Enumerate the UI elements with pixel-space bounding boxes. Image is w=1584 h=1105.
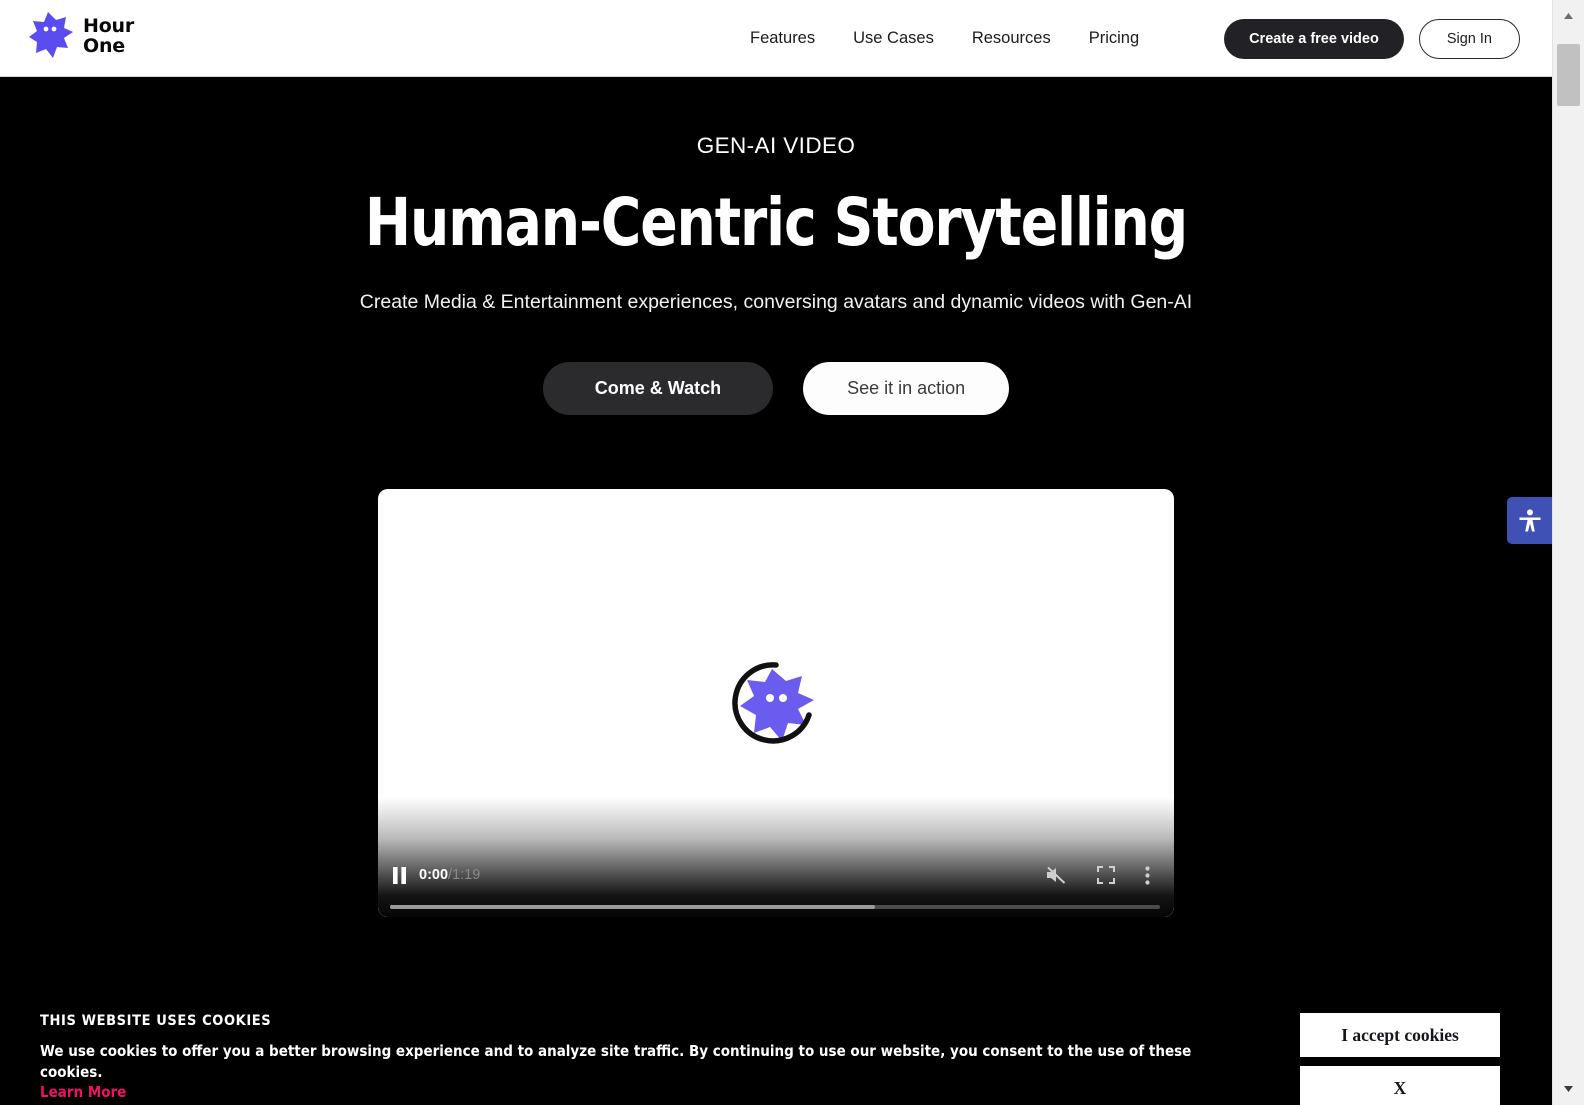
hourone-star-avatar-logo-icon (29, 12, 73, 58)
nav-item-features[interactable]: Features (750, 21, 815, 56)
volume-muted-icon[interactable] (1045, 865, 1067, 885)
cookie-learn-more-link[interactable]: Learn More (40, 1083, 126, 1101)
cookie-consent-banner: THIS WEBSITE USES COOKIES We use cookies… (0, 965, 1552, 1105)
accessibility-widget-button[interactable] (1507, 497, 1552, 544)
cookie-banner-title: THIS WEBSITE USES COOKIES (40, 1013, 272, 1029)
close-cookie-banner-button[interactable]: X (1300, 1066, 1500, 1105)
browser-viewport: Hour One Features Use Cases Resources Pr… (0, 0, 1552, 1105)
header-actions: Create a free video Sign In (1224, 0, 1520, 77)
accept-cookies-button[interactable]: I accept cookies (1300, 1013, 1500, 1057)
cookie-actions: I accept cookies X (1300, 1013, 1500, 1105)
nav-item-resources[interactable]: Resources (972, 21, 1051, 56)
accessibility-person-icon (1519, 508, 1540, 531)
scroll-down-arrow-icon[interactable] (1553, 1073, 1584, 1105)
site-header: Hour One Features Use Cases Resources Pr… (0, 0, 1552, 77)
hero-subtitle: Create Media & Entertainment experiences… (359, 291, 1193, 313)
nav-item-use-cases[interactable]: Use Cases (853, 21, 934, 56)
cookie-text-block: THIS WEBSITE USES COOKIES We use cookies… (40, 1013, 1240, 1102)
scroll-up-arrow-icon[interactable] (1553, 0, 1584, 32)
hero-video-player[interactable]: 0:00/1:19 (378, 489, 1174, 917)
video-control-gradient (378, 797, 1174, 917)
fullscreen-icon[interactable] (1097, 866, 1115, 884)
page-root: Hour One Features Use Cases Resources Pr… (0, 0, 1584, 1105)
video-duration: 1:19 (452, 867, 481, 883)
brand-logo-link[interactable]: Hour One (28, 10, 134, 62)
hero-section: GEN-AI VIDEO Human-Centric Storytelling … (0, 77, 1552, 415)
browser-scrollbar[interactable] (1552, 0, 1584, 1105)
brand-wordmark: Hour One (83, 16, 134, 56)
nav-item-pricing[interactable]: Pricing (1089, 21, 1139, 56)
hero-cta-group: Come & Watch See it in action (0, 362, 1552, 415)
brand-line-1: Hour (83, 15, 135, 37)
more-vertical-icon[interactable] (1145, 865, 1150, 885)
cookie-banner-body: We use cookies to offer you a better bro… (40, 1042, 1192, 1081)
video-time-display: 0:00/1:19 (419, 867, 480, 883)
video-progress-bar[interactable] (390, 905, 1160, 909)
brand-line-2: One (83, 35, 125, 57)
main-navigation: Features Use Cases Resources Pricing (750, 0, 1139, 77)
create-free-video-button[interactable]: Create a free video (1224, 18, 1404, 59)
see-it-in-action-button[interactable]: See it in action (803, 362, 1010, 415)
scrollbar-thumb[interactable] (1557, 44, 1580, 106)
pause-icon[interactable] (392, 866, 407, 884)
video-controls-right (1045, 865, 1160, 885)
video-controls-bar: 0:00/1:19 (378, 859, 1174, 891)
come-and-watch-button[interactable]: Come & Watch (542, 362, 774, 415)
video-current-time: 0:00 (419, 867, 449, 883)
hero-eyebrow: GEN-AI VIDEO (696, 133, 856, 158)
page-title: Human-Centric Storytelling (364, 184, 1188, 261)
hourone-spinner-logo-icon (732, 662, 814, 744)
sign-in-button[interactable]: Sign In (1418, 18, 1520, 59)
video-controls-left: 0:00/1:19 (392, 866, 480, 884)
video-buffered-range (390, 905, 876, 909)
